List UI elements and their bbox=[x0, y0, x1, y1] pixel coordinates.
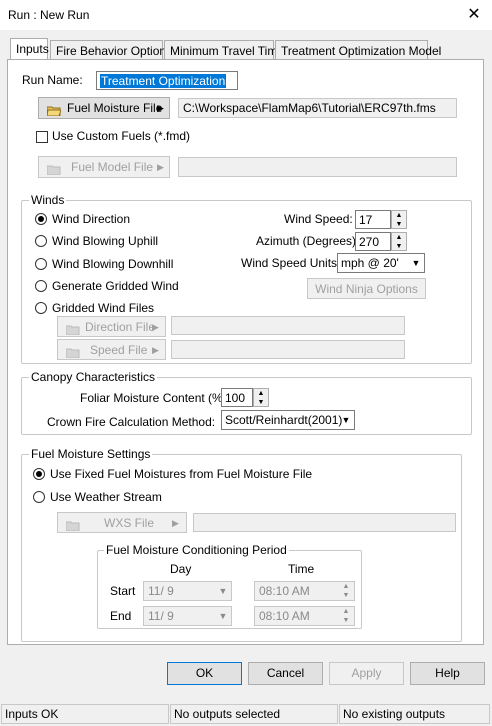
canopy-group-title: Canopy Characteristics bbox=[29, 370, 158, 384]
tab-fire-behavior-options[interactable]: Fire Behavior Options bbox=[50, 40, 172, 61]
start-time-spinner[interactable]: ▲ ▼ bbox=[338, 582, 354, 600]
winds-group-title: Winds bbox=[29, 193, 67, 207]
wind-speed-input[interactable]: 17 bbox=[355, 210, 391, 229]
wind-ninja-options-button[interactable]: Wind Ninja Options bbox=[307, 278, 426, 299]
direction-file-path bbox=[171, 316, 405, 335]
folder-icon bbox=[46, 102, 62, 122]
crown-fire-method-select[interactable]: Scott/Reinhardt(2001) ▼ bbox=[221, 410, 355, 430]
folder-icon bbox=[65, 321, 80, 341]
run-name-label: Run Name: bbox=[22, 73, 83, 87]
fuel-moisture-settings-title: Fuel Moisture Settings bbox=[29, 447, 153, 461]
radio-wind-blowing-downhill[interactable] bbox=[35, 258, 47, 270]
run-name-value: Treatment Optimization bbox=[100, 74, 227, 88]
azimuth-input[interactable]: 270 bbox=[355, 232, 391, 251]
ok-button[interactable]: OK bbox=[167, 662, 242, 685]
fuel-moisture-file-button[interactable]: Fuel Moisture File ▶ bbox=[38, 97, 170, 119]
foliar-moisture-spinner[interactable]: ▲ ▼ bbox=[253, 388, 269, 407]
fuel-moisture-path: C:\Workspace\FlamMap6\Tutorial\ERC97th.f… bbox=[178, 98, 457, 118]
menu-arrow-icon: ▶ bbox=[157, 103, 164, 113]
wind-speed-units-label: Wind Speed Units: bbox=[241, 256, 341, 270]
fuel-model-file-button[interactable]: Fuel Model File ▶ bbox=[38, 156, 170, 178]
start-label: Start bbox=[110, 584, 136, 598]
status-outputs-selected: No outputs selected bbox=[170, 704, 338, 724]
window-title: Run : New Run bbox=[8, 8, 90, 22]
time-header: Time bbox=[288, 562, 315, 576]
radio-gridded-wind-files[interactable] bbox=[35, 302, 47, 314]
end-day-value: 11/ 9 bbox=[148, 609, 174, 623]
start-time-value: 08:10 AM bbox=[259, 584, 310, 598]
foliar-moisture-label: Foliar Moisture Content (%): bbox=[80, 391, 231, 405]
end-label: End bbox=[110, 609, 132, 623]
end-day-select[interactable]: 11/ 9 ▼ bbox=[143, 606, 232, 626]
folder-icon bbox=[46, 161, 61, 181]
tab-minimum-travel-time[interactable]: Minimum Travel Time bbox=[164, 40, 284, 61]
radio-wind-direction[interactable] bbox=[35, 213, 47, 225]
radio-gridded-wind-files-label: Gridded Wind Files bbox=[52, 301, 155, 315]
radio-use-weather-stream[interactable] bbox=[33, 491, 45, 503]
folder-icon bbox=[65, 517, 80, 537]
chevron-down-icon: ▼ bbox=[341, 415, 351, 425]
status-existing-outputs: No existing outputs bbox=[339, 704, 490, 724]
crown-fire-method-value: Scott/Reinhardt(2001) bbox=[225, 413, 343, 427]
menu-arrow-icon: ▶ bbox=[152, 322, 159, 332]
wind-speed-units-select[interactable]: mph @ 20' ▼ bbox=[337, 253, 425, 273]
menu-arrow-icon: ▶ bbox=[152, 345, 159, 355]
status-inputs: Inputs OK bbox=[1, 704, 169, 724]
apply-button[interactable]: Apply bbox=[329, 662, 404, 685]
cancel-button[interactable]: Cancel bbox=[248, 662, 323, 685]
conditioning-period-title: Fuel Moisture Conditioning Period bbox=[104, 543, 289, 557]
foliar-moisture-input[interactable]: 100 bbox=[221, 388, 253, 407]
radio-generate-gridded-wind[interactable] bbox=[35, 280, 47, 292]
chevron-down-icon: ▼ bbox=[411, 258, 421, 268]
crown-fire-method-label: Crown Fire Calculation Method: bbox=[47, 415, 216, 429]
chevron-down-icon: ▼ bbox=[218, 586, 228, 596]
radio-wind-direction-label: Wind Direction bbox=[52, 212, 131, 226]
day-header: Day bbox=[170, 562, 192, 576]
wxs-file-label: WXS File bbox=[104, 516, 155, 530]
wind-speed-spinner[interactable]: ▲ ▼ bbox=[391, 210, 407, 229]
speed-file-label: Speed File bbox=[90, 343, 148, 357]
help-button[interactable]: Help bbox=[410, 662, 485, 685]
menu-arrow-icon: ▶ bbox=[157, 162, 164, 172]
speed-file-button[interactable]: Speed File ▶ bbox=[57, 339, 166, 360]
wxs-file-button[interactable]: WXS File ▶ bbox=[57, 512, 187, 533]
radio-use-fixed-fuel-moistures-label: Use Fixed Fuel Moistures from Fuel Moist… bbox=[50, 467, 313, 481]
direction-file-label: Direction File bbox=[85, 320, 156, 334]
chevron-down-icon: ▼ bbox=[218, 611, 228, 621]
use-custom-fuels-label: Use Custom Fuels (*.fmd) bbox=[52, 129, 191, 143]
radio-use-fixed-fuel-moistures[interactable] bbox=[33, 468, 45, 480]
end-time-value: 08:10 AM bbox=[259, 609, 310, 623]
fuel-model-file-label: Fuel Model File bbox=[71, 160, 154, 174]
start-time-input[interactable]: 08:10 AM ▲ ▼ bbox=[254, 581, 355, 601]
radio-use-weather-stream-label: Use Weather Stream bbox=[50, 490, 162, 504]
azimuth-spinner[interactable]: ▲ ▼ bbox=[391, 232, 407, 251]
start-day-value: 11/ 9 bbox=[148, 584, 174, 598]
radio-wind-blowing-downhill-label: Wind Blowing Downhill bbox=[52, 257, 174, 271]
radio-wind-blowing-uphill-label: Wind Blowing Uphill bbox=[52, 234, 159, 248]
wind-speed-units-value: mph @ 20' bbox=[341, 256, 399, 270]
tab-inputs[interactable]: Inputs bbox=[10, 38, 49, 61]
direction-file-button[interactable]: Direction File ▶ bbox=[57, 316, 166, 337]
end-time-input[interactable]: 08:10 AM ▲ ▼ bbox=[254, 606, 355, 626]
azimuth-label: Azimuth (Degrees): bbox=[256, 234, 360, 248]
folder-icon bbox=[65, 344, 80, 364]
wxs-file-path bbox=[193, 513, 456, 532]
end-time-spinner[interactable]: ▲ ▼ bbox=[338, 607, 354, 625]
start-day-select[interactable]: 11/ 9 ▼ bbox=[143, 581, 232, 601]
fuel-model-path bbox=[178, 157, 457, 177]
tab-treatment-optimization-model[interactable]: Treatment Optimization Model bbox=[275, 40, 441, 61]
speed-file-path bbox=[171, 340, 405, 359]
fuel-moisture-file-label: Fuel Moisture File bbox=[67, 101, 163, 115]
use-custom-fuels-checkbox[interactable] bbox=[36, 131, 48, 143]
menu-arrow-icon: ▶ bbox=[172, 518, 179, 528]
radio-wind-blowing-uphill[interactable] bbox=[35, 235, 47, 247]
radio-generate-gridded-wind-label: Generate Gridded Wind bbox=[52, 279, 179, 293]
close-icon[interactable]: ✕ bbox=[462, 4, 486, 26]
wind-speed-label: Wind Speed: bbox=[284, 212, 353, 226]
run-name-input[interactable]: Treatment Optimization bbox=[96, 71, 238, 90]
